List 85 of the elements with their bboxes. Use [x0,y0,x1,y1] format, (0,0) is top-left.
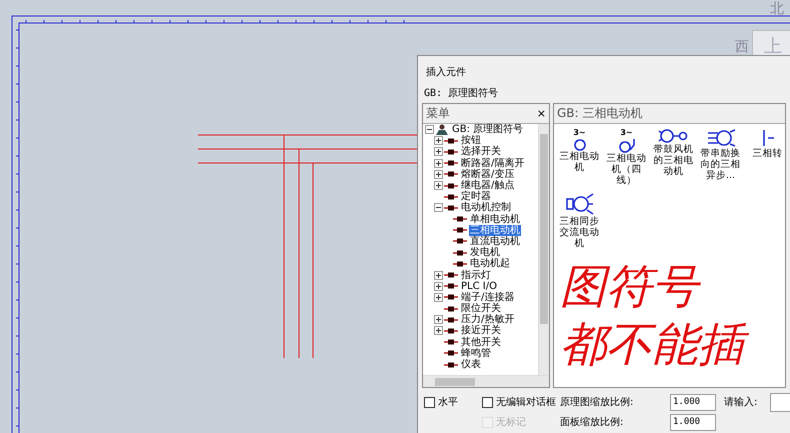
expand-icon[interactable] [434,147,443,156]
tree-item[interactable]: 单相电动机 [469,214,521,225]
component-icon [444,360,458,369]
motor-symbol-icon [616,137,636,153]
horizontal-scrollbar[interactable] [423,375,549,387]
tree-item[interactable]: 按钮 [460,135,482,146]
tree-item[interactable]: 压力/热敏开 [460,314,516,326]
tree-item[interactable]: 电动机起 [469,258,511,270]
tree-item[interactable]: 熔断器/变压 [460,168,516,180]
collapse-icon[interactable] [425,125,434,134]
component-icon [453,260,467,268]
expand-icon[interactable] [434,136,443,146]
panel-title: 菜单 [426,105,450,122]
component-icon [444,271,458,280]
tree-item[interactable]: 发电机 [469,247,501,258]
component-icon [444,338,458,346]
component-icon [453,215,467,224]
tree-item[interactable]: 其他开关 [460,336,502,348]
motor-symbol-icon [762,128,774,148]
tree-item[interactable]: 直流电动机 [469,236,521,247]
tree-item[interactable]: 电动机控制 [460,202,512,214]
sync-motor-symbol-icon [564,192,594,216]
close-button[interactable]: × [536,107,546,120]
phase-label: 3~ [620,128,633,137]
checkbox[interactable]: 无编辑对话框 [482,395,560,409]
component-icon [444,304,458,313]
tree-item[interactable]: 端子/连接器 [460,292,516,303]
tree-item[interactable]: 继电器/触点 [460,180,516,192]
handwritten-note: 图符号 都不能插 [554,253,785,373]
symbol-label[interactable]: 三相电动机 [557,151,602,173]
vertical-scrollbar[interactable] [538,124,549,375]
scale-field[interactable]: 1.000 [670,394,716,410]
tree-item[interactable]: 三相电动机 [469,224,521,236]
tree-item[interactable]: GB: 原理图符号 [451,124,524,136]
symbol-label[interactable]: 带串励换向的三相异步... [698,148,743,181]
expand-icon[interactable] [434,326,443,336]
expand-icon[interactable] [434,292,443,302]
expand-icon[interactable] [434,315,443,324]
tree-item[interactable]: 断路器/隔离开 [460,158,526,169]
motor-symbol-icon [572,137,586,151]
component-icon [444,159,458,168]
component-icon [453,248,467,257]
component-icon [444,204,458,212]
component-icon [444,182,458,190]
component-icon [444,349,458,358]
component-icon [444,316,458,324]
component-icon [453,226,467,234]
library-label: GB: 原理图符号 [423,87,500,101]
component-icon [444,192,458,201]
component-icon [444,148,458,156]
tree-item[interactable]: 指示灯 [460,270,492,281]
compass-label: 西 [735,38,749,56]
tree-item[interactable]: 仪表 [460,359,482,370]
component-icon [444,326,458,335]
scale-label: 原理图缩放比例: [560,396,634,409]
component-icon [444,293,458,302]
expand-icon[interactable] [434,181,443,190]
tree-item[interactable]: 限位开关 [460,303,502,314]
tree-item[interactable]: 接近开关 [460,325,502,336]
dialog-title: 插入元件 [425,66,467,80]
collapse-icon[interactable] [434,203,443,212]
expand-icon[interactable] [434,270,443,280]
component-icon [453,237,467,246]
component-icon [444,282,458,290]
tree-item[interactable]: 蜂鸣管 [460,348,492,359]
checkbox[interactable]: 水平 [424,395,482,409]
panel-title: GB: 三相电动机 [557,105,642,122]
phase-label: 3~ [573,128,586,137]
symbol-label[interactable]: 三相电动机（四线） [604,153,649,186]
symbol-label[interactable]: 带鼓风机的三相电动机 [651,144,696,177]
scale-label: 面板缩放比例: [560,416,624,429]
expand-icon[interactable] [434,158,443,168]
symbol-label[interactable]: 三相转 [752,148,782,159]
component-icon [444,170,458,178]
component-icon [444,136,458,145]
input-label: 请输入: [723,396,758,409]
tree-item[interactable]: PLC I/O [460,280,498,292]
expand-icon[interactable] [434,170,443,179]
compass-label: 北 [770,0,784,18]
tree-item[interactable]: 选择开关 [460,146,502,158]
library-icon [435,124,449,136]
symbol-label[interactable]: 三相同步交流电动机 [557,216,602,249]
tree-item[interactable]: 定时器 [460,191,492,202]
scale-field[interactable]: 1.000 [670,414,716,430]
expand-icon[interactable] [434,282,443,291]
